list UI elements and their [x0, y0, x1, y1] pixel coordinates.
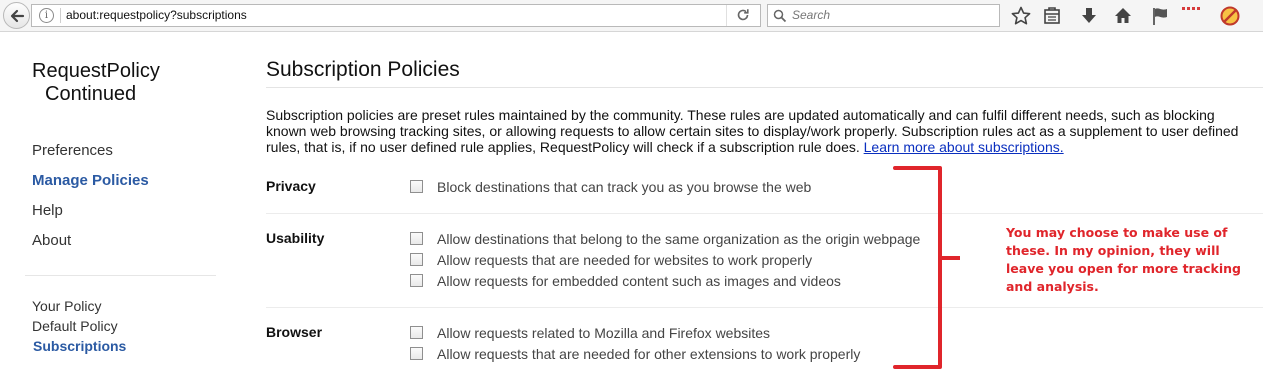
checkbox[interactable]: [410, 274, 423, 287]
site-info-icon[interactable]: i: [39, 8, 54, 23]
section-usability-label: Usability: [266, 230, 325, 246]
sidebar-divider: [25, 275, 216, 276]
option-label[interactable]: Allow requests for embedded content such…: [437, 272, 841, 290]
browser-toolbar: i about:requestpolicy?subscriptions Sear…: [0, 0, 1263, 32]
nav-your-policy[interactable]: Your Policy: [32, 298, 102, 315]
app-brand: RequestPolicy Continued: [32, 60, 160, 106]
back-button[interactable]: [3, 2, 30, 29]
checkbox[interactable]: [410, 232, 423, 245]
option-label[interactable]: Allow requests related to Mozilla and Fi…: [437, 324, 770, 342]
option-label[interactable]: Allow requests that are needed for websi…: [437, 251, 812, 269]
url-bar[interactable]: i about:requestpolicy?subscriptions: [31, 4, 761, 27]
intro-paragraph: Subscription policies are preset rules m…: [266, 107, 1256, 155]
checkbox[interactable]: [410, 347, 423, 360]
search-placeholder: Search: [792, 8, 831, 22]
reload-icon[interactable]: [736, 8, 750, 22]
search-bar[interactable]: Search: [767, 4, 1000, 27]
page-title: Subscription Policies: [266, 58, 460, 81]
nav-manage-policies[interactable]: Manage Policies: [32, 172, 149, 190]
brand-line1: RequestPolicy: [32, 60, 160, 82]
requestpolicy-blocked-icon[interactable]: [1219, 5, 1241, 27]
checkbox[interactable]: [410, 253, 423, 266]
option-label[interactable]: Block destinations that can track you as…: [437, 178, 811, 196]
nav-subscriptions[interactable]: Subscriptions: [33, 338, 126, 355]
url-separator: [60, 8, 61, 23]
bookmarks-library-icon[interactable]: [1041, 5, 1063, 27]
section-browser-label: Browser: [266, 324, 323, 340]
checkbox[interactable]: [410, 180, 423, 193]
intro-text: Subscription policies are preset rules m…: [266, 107, 1239, 155]
option-label[interactable]: Allow destinations that belong to the sa…: [437, 230, 920, 248]
section-privacy-label: Privacy: [266, 178, 316, 194]
downloads-icon[interactable]: [1078, 5, 1100, 27]
nav-preferences[interactable]: Preferences: [32, 142, 113, 160]
nav-default-policy[interactable]: Default Policy: [32, 318, 118, 335]
brand-line2: Continued: [45, 83, 137, 105]
nav-about[interactable]: About: [32, 232, 71, 250]
bookmark-star-icon[interactable]: [1010, 5, 1032, 27]
extension-dots-icon[interactable]: [1180, 3, 1202, 25]
title-divider: [266, 87, 1263, 88]
section-divider: [266, 307, 1263, 308]
annotation-note: You may choose to make use of these. In …: [1006, 225, 1242, 294]
home-icon[interactable]: [1112, 5, 1134, 27]
learn-more-link[interactable]: Learn more about subscriptions.: [864, 139, 1064, 155]
section-divider: [266, 213, 1263, 214]
checkbox[interactable]: [410, 326, 423, 339]
annotation-bracket: [893, 166, 960, 369]
search-icon: [773, 9, 787, 23]
nav-help[interactable]: Help: [32, 202, 63, 220]
back-arrow-icon: [10, 9, 25, 23]
flag-icon[interactable]: [1149, 5, 1171, 27]
url-text[interactable]: about:requestpolicy?subscriptions: [66, 5, 247, 26]
option-label[interactable]: Allow requests that are needed for other…: [437, 345, 860, 363]
reload-separator: [726, 5, 727, 26]
